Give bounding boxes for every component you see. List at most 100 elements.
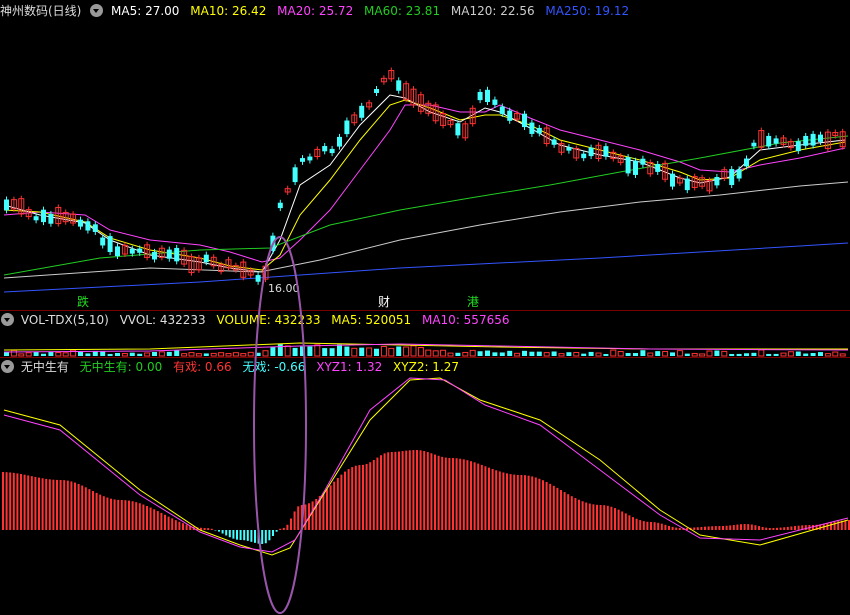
indicator-bar [16, 473, 19, 530]
volume-bar [307, 346, 313, 356]
volume-bar [655, 351, 661, 356]
volume-bar [292, 347, 298, 356]
volume-bar [380, 346, 387, 357]
volume-bar [396, 346, 402, 356]
candle-body [85, 221, 91, 231]
candle-body [152, 251, 157, 260]
candle-body [78, 219, 83, 227]
indicator-bar [664, 524, 667, 530]
indicator-bar [354, 465, 357, 530]
volume-bar [270, 346, 276, 356]
volume-bar [351, 347, 358, 357]
indicator-bar [340, 474, 343, 530]
candle-body [100, 237, 106, 246]
indicator-bar [182, 523, 184, 530]
candle-body [255, 275, 261, 282]
candle-body [744, 158, 749, 167]
indicator-bar [333, 481, 336, 530]
candle-body [522, 113, 527, 128]
indicator-bar [632, 517, 634, 530]
volume-bar [174, 350, 180, 356]
candle-body [603, 146, 609, 157]
candle-body [492, 99, 498, 105]
volume-bar [277, 344, 283, 356]
volume-bar [10, 349, 17, 357]
indicator-bar [459, 458, 462, 530]
candle-body [566, 147, 572, 151]
candle-body [137, 248, 143, 253]
indicator-bar [549, 483, 552, 530]
highlight-ellipse [253, 236, 307, 614]
volume-bar [218, 352, 225, 357]
candle-body [810, 133, 816, 146]
candle-body [485, 89, 490, 103]
candle-body [551, 139, 557, 145]
indicator-bar [614, 508, 616, 530]
volume-bar [573, 351, 580, 357]
indicator-bar [790, 526, 793, 530]
indicator-bar [693, 527, 696, 530]
volume-bar [403, 346, 410, 357]
xyz2-line [3, 377, 849, 556]
volume-bar [810, 352, 816, 356]
indicator-bar [779, 527, 782, 530]
volume-bar [706, 350, 713, 357]
volume-bar [115, 353, 120, 356]
indicator-bar [2, 472, 4, 530]
volume-bar [751, 352, 757, 356]
indicator-bar [563, 492, 566, 530]
indicator-bar [531, 476, 534, 530]
indicator-bar [516, 474, 519, 530]
volume-bar [203, 353, 209, 356]
candle-body [115, 246, 120, 257]
indicator-bar [455, 458, 458, 530]
volume-bar [188, 352, 195, 357]
indicator-bar [441, 456, 444, 530]
indicator-bar [369, 462, 372, 530]
candle-body [773, 138, 779, 144]
indicator-bar [56, 479, 58, 530]
volume-bar [417, 347, 424, 357]
indicator-bar [736, 524, 739, 530]
volume-bar [773, 353, 779, 356]
volume-bar [137, 353, 143, 356]
indicator-bar [167, 516, 170, 530]
indicator-bar [830, 522, 832, 530]
volume-bar [647, 352, 654, 357]
indicator-bar [164, 514, 166, 530]
indicator-bar [657, 522, 660, 530]
volume-bar [322, 348, 328, 356]
volume-bar [595, 352, 602, 357]
indicator-bar [502, 472, 505, 530]
indicator-bar [336, 478, 339, 530]
indicator-bar [621, 511, 624, 530]
candle-body [277, 202, 283, 209]
indicator-bar [228, 530, 231, 538]
volume-bar [499, 352, 505, 356]
indicator-bar [149, 507, 152, 530]
indicator-bar [95, 492, 98, 530]
indicator-bar [491, 468, 494, 530]
volume-bar [225, 353, 232, 357]
indicator-bar [380, 455, 382, 530]
candle-body [529, 122, 535, 134]
indicator-bar [495, 470, 498, 530]
indicator-bar [272, 530, 274, 536]
volume-bar [795, 351, 801, 356]
indicator-bar [282, 527, 285, 530]
indicator-bar [743, 524, 746, 530]
chart-canvas[interactable] [0, 0, 850, 615]
volume-bar [477, 351, 483, 356]
indicator-bar [405, 450, 408, 530]
indicator-bar [794, 526, 796, 530]
indicator-bar [290, 518, 292, 530]
indicator-bar [99, 494, 102, 530]
candle-body [477, 91, 483, 101]
indicator-bar [592, 504, 595, 530]
indicator-bar [520, 475, 523, 530]
indicator-bar [434, 454, 436, 530]
indicator-bar [722, 525, 724, 530]
indicator-bar [329, 485, 332, 530]
indicator-bar [740, 524, 742, 530]
indicator-bar [560, 490, 562, 530]
